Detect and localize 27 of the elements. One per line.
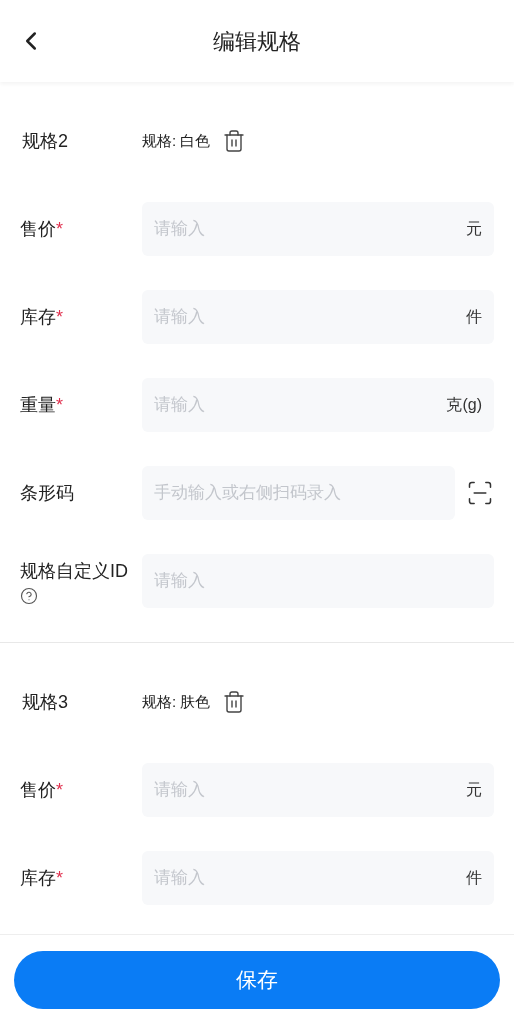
- trash-icon[interactable]: [222, 690, 247, 714]
- scan-icon[interactable]: [466, 479, 494, 507]
- required-mark: *: [56, 305, 63, 329]
- field-label: 重量: [20, 393, 56, 417]
- unit-label: 件: [466, 868, 482, 888]
- help-icon[interactable]: [20, 586, 38, 605]
- required-mark: *: [56, 217, 63, 241]
- unit-label: 克(g): [446, 395, 482, 415]
- required-mark: *: [56, 778, 63, 802]
- trash-icon[interactable]: [222, 129, 247, 153]
- unit-label: 元: [466, 780, 482, 800]
- required-mark: *: [56, 393, 63, 417]
- field-label: 条形码: [20, 481, 74, 505]
- field-label: 规格自定义ID: [20, 559, 128, 583]
- spec-title: 规格3: [21, 690, 69, 714]
- field-label: 库存: [20, 866, 56, 890]
- unit-label: 件: [466, 307, 482, 327]
- field-label: 售价: [20, 217, 56, 241]
- spec-value: 规格: 白色: [142, 130, 211, 151]
- page-title: 编辑规格: [213, 27, 301, 56]
- save-button[interactable]: 保存: [14, 950, 500, 1009]
- field-label: 售价: [20, 778, 56, 802]
- spec-title: 规格2: [21, 129, 69, 153]
- required-mark: *: [56, 866, 63, 890]
- unit-label: 元: [466, 219, 482, 239]
- spec-value: 规格: 肤色: [142, 691, 211, 712]
- field-label: 库存: [20, 305, 56, 329]
